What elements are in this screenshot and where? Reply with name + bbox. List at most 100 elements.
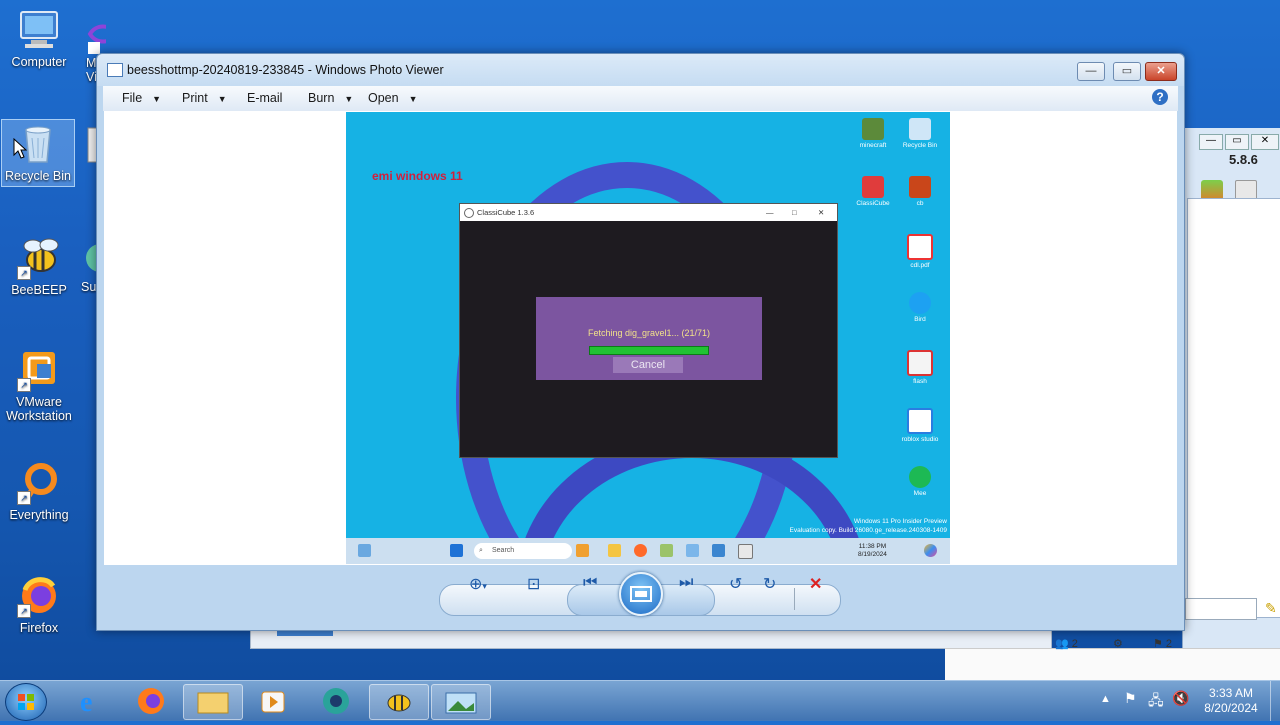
search-icon: ⌕: [479, 547, 483, 554]
desktop-icon-computer[interactable]: Computer: [0, 8, 78, 69]
windows-watermark: Windows 11 Pro Insider Preview Evaluatio…: [789, 518, 947, 534]
app-icon: [76, 236, 98, 280]
close-button[interactable]: ✕: [1145, 62, 1177, 81]
classicube-window: ClassiCube 1.3.6 — □ ✕ Fetching dig_grav…: [459, 203, 838, 458]
photo-viewer-app-icon: [107, 63, 123, 77]
minimize-button[interactable]: —: [1077, 62, 1105, 81]
divider: [794, 588, 795, 610]
slideshow-button[interactable]: [619, 572, 663, 616]
firefox-icon: ↗: [17, 574, 61, 618]
shortcut-arrow-icon: ↗: [17, 491, 31, 505]
shot-icon-recycle-bin: Recycle Bin: [889, 118, 950, 149]
cancel-button: Cancel: [613, 357, 683, 373]
shot-icon-roblox-studio: roblox studio: [889, 408, 950, 443]
desktop-icon-everything[interactable]: ↗ Everything: [0, 461, 78, 522]
classicube-app-icon: [464, 208, 474, 218]
desktop-icon-firefox[interactable]: ↗ Firefox: [0, 574, 78, 635]
version-label: 5.8.6: [1229, 152, 1258, 167]
taskbar-internet-explorer[interactable]: e: [62, 684, 120, 718]
menu-bar: File ▼ Print ▼ E-mail Burn ▼ Open ▼ ?: [103, 86, 1178, 111]
background-status-strip: 👥 2 ⚙ ⚑ 2: [945, 638, 1280, 681]
help-icon[interactable]: ?: [1152, 89, 1168, 105]
zoom-icon[interactable]: ⊕▾: [469, 574, 487, 594]
shot-explorer-icon: [608, 544, 621, 557]
desktop-icon-label: Su: [81, 280, 97, 294]
taskbar-firefox[interactable]: [122, 684, 180, 718]
loading-message: Fetching dig_gravel1... (21/71): [587, 328, 711, 338]
menu-burn[interactable]: Burn ▼: [308, 91, 353, 105]
vmware-icon: ↗: [17, 348, 61, 392]
classicube-minimize-icon: —: [766, 208, 774, 217]
shot-app-icon: [686, 544, 699, 557]
status-item-group: ⚙: [1113, 638, 1123, 650]
desktop-icon-partial[interactable]: Su: [76, 236, 98, 294]
desktop-icon-label: BeeBEEP: [11, 283, 67, 297]
rotate-counterclockwise-icon[interactable]: ↺: [729, 574, 742, 594]
volume-muted-icon[interactable]: 🔇: [1172, 690, 1189, 707]
desktop-icon-label: Computer: [11, 55, 67, 69]
desktop-icon-beebeep[interactable]: ↗ BeeBEEP: [0, 236, 78, 297]
taskbar-file-explorer[interactable]: [183, 684, 243, 720]
loading-dialog: Fetching dig_gravel1... (21/71) Cancel: [536, 297, 762, 380]
next-icon[interactable]: ⏭: [679, 574, 693, 592]
taskbar-clock[interactable]: 3:33 AM 8/20/2024: [1196, 686, 1266, 716]
photo-viewer-window: beesshottmp-20240819-233845 - Windows Ph…: [96, 53, 1185, 631]
shot-icon-spotify: Mee: [889, 466, 950, 497]
actual-size-icon[interactable]: ⊡: [527, 574, 540, 594]
brush-icon[interactable]: ✎: [1265, 600, 1277, 617]
shortcut-arrow-icon: ↗: [17, 266, 31, 280]
taskbar-chromium[interactable]: [307, 684, 365, 718]
classicube-close-icon: ✕: [818, 208, 825, 217]
chevron-down-icon: ▼: [344, 94, 354, 104]
show-desktop-button[interactable]: [1270, 681, 1280, 721]
chevron-down-icon: ▼: [217, 94, 227, 104]
status-item-users: 👥 2: [1055, 638, 1078, 650]
shot-widgets-icon: [358, 544, 371, 557]
slideshow-icon: [630, 586, 652, 602]
taskbar-vlc[interactable]: [244, 684, 302, 718]
background-window-content: [1187, 198, 1280, 618]
menu-open[interactable]: Open ▼: [368, 91, 418, 105]
mouse-cursor-icon: [13, 137, 28, 165]
action-center-flag-icon[interactable]: ⚑: [1124, 690, 1137, 707]
bg-input-field[interactable]: [1185, 598, 1257, 620]
shot-clock: 11:38 PM 8/19/2024: [858, 543, 887, 558]
menu-email[interactable]: E-mail: [247, 91, 282, 105]
menu-file[interactable]: File ▼: [122, 91, 161, 105]
bg-minimize-button[interactable]: —: [1199, 134, 1223, 150]
shot-icon-cb: cb: [889, 176, 950, 207]
photo-viewer-icon: [445, 692, 477, 714]
background-window[interactable]: — ▭ ✕ 5.8.6 ✎: [1182, 128, 1280, 648]
start-button[interactable]: [5, 683, 47, 721]
classicube-title-bar: ClassiCube 1.3.6 — □ ✕: [460, 204, 837, 221]
shot-firefox-icon: [634, 544, 647, 557]
viewer-controls: ⊕▾ ⊡ ⏮ ⏭ ↺ ↻ ✕: [97, 568, 1184, 630]
shot-app-icon: [738, 544, 753, 559]
taskbar-photo-viewer[interactable]: [431, 684, 491, 720]
desktop-icon-vmware[interactable]: ↗ VMware Workstation: [0, 348, 78, 423]
taskbar-beebeep[interactable]: [369, 684, 429, 720]
shot-icon-flash: flash: [889, 350, 950, 385]
shot-copilot-icon: [924, 544, 937, 557]
desktop-icon-label: Recycle Bin: [5, 169, 71, 183]
show-hidden-icons[interactable]: ▲: [1100, 693, 1111, 705]
title-bar[interactable]: beesshottmp-20240819-233845 - Windows Ph…: [97, 54, 1184, 86]
internet-explorer-icon: e: [80, 687, 92, 718]
previous-icon[interactable]: ⏮: [583, 574, 597, 592]
rotate-clockwise-icon[interactable]: ↻: [763, 574, 776, 594]
shortcut-arrow-icon: ↗: [17, 604, 31, 618]
maximize-button[interactable]: ▭: [1113, 62, 1141, 81]
menu-print[interactable]: Print ▼: [182, 91, 227, 105]
desktop-icon-label: Everything: [9, 508, 69, 522]
bg-close-button[interactable]: ✕: [1251, 134, 1279, 150]
desktop-icon-label: VMware Workstation: [6, 395, 72, 423]
status-item-messages: ⚑ 2: [1153, 638, 1173, 650]
shot-search-box: ⌕ Search: [474, 543, 572, 559]
shortcut-arrow-icon: ↗: [17, 378, 31, 392]
network-icon[interactable]: 🖧: [1148, 690, 1164, 714]
magnifier-icon: ↗: [17, 461, 61, 505]
shot-app-icon: [712, 544, 725, 557]
delete-icon[interactable]: ✕: [809, 574, 822, 594]
firefox-icon: [138, 688, 164, 714]
bg-maximize-button[interactable]: ▭: [1225, 134, 1249, 150]
